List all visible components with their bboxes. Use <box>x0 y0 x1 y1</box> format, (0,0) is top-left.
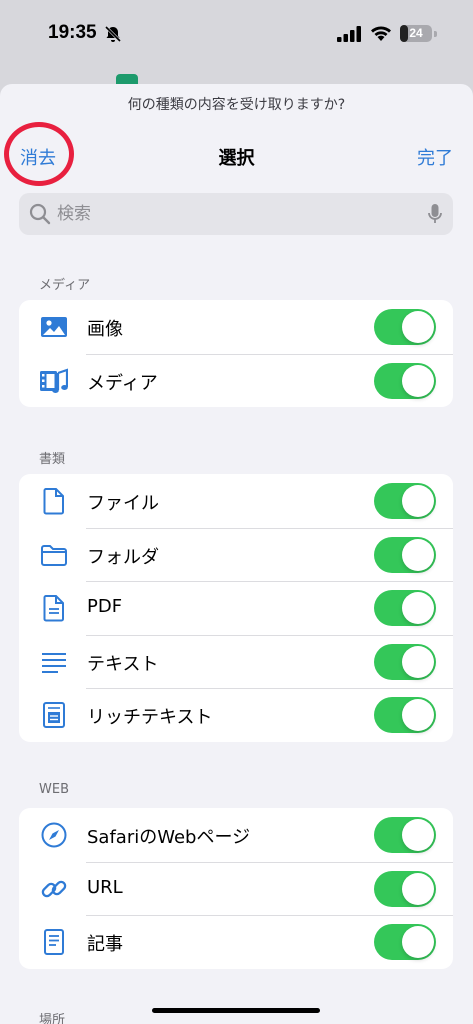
row-label: フォルダ <box>87 546 159 568</box>
list-item-folder[interactable]: フォルダ <box>19 527 453 582</box>
bell-slash-icon <box>104 25 122 43</box>
media-group: 画像 メディア <box>19 300 453 407</box>
list-item-media[interactable]: メディア <box>19 353 453 408</box>
toggle-switch[interactable] <box>374 697 436 733</box>
media-icon <box>40 368 68 393</box>
section-header-location: 場所 <box>39 1013 66 1024</box>
toggle-knob <box>402 485 434 517</box>
sheet-prompt: 何の種類の内容を受け取りますか? <box>127 97 346 113</box>
row-label: 画像 <box>87 319 123 340</box>
folder-icon <box>41 544 67 566</box>
toggle-switch[interactable] <box>374 924 436 960</box>
article-icon <box>44 929 64 955</box>
row-label: メディア <box>87 372 158 394</box>
status-bar: 19:35 24 <box>0 0 473 72</box>
toggle-knob <box>402 364 434 397</box>
toggle-knob <box>402 311 434 343</box>
toggle-knob <box>402 819 434 851</box>
list-item-pdf[interactable]: PDF <box>19 581 453 635</box>
toggle-knob <box>402 699 434 731</box>
section-header-web: WEB <box>39 782 69 797</box>
battery-tip <box>434 31 437 37</box>
row-label: URL <box>87 876 123 898</box>
photo-icon <box>41 317 67 337</box>
toggle-knob <box>402 926 434 958</box>
toggle-knob <box>402 538 434 571</box>
list-item-url[interactable]: URL <box>19 861 453 916</box>
battery-icon: 24 <box>400 25 432 42</box>
toggle-switch[interactable] <box>374 870 436 907</box>
battery-percent: 24 <box>409 26 423 40</box>
toggle-knob <box>402 872 434 905</box>
list-item-image[interactable]: 画像 <box>19 300 453 354</box>
search-input[interactable] <box>57 193 397 235</box>
toggle-switch[interactable] <box>374 817 436 853</box>
file-icon <box>43 488 64 515</box>
list-item-file[interactable]: ファイル <box>19 474 453 528</box>
red-circle-annotation <box>4 122 74 186</box>
list-item-article[interactable]: 記事 <box>19 915 453 969</box>
toggle-switch[interactable] <box>374 362 436 399</box>
search-bar[interactable] <box>19 193 453 235</box>
toggle-knob <box>402 645 434 678</box>
row-label: テキスト <box>87 653 159 675</box>
status-time: 19:35 <box>48 22 97 43</box>
toggle-switch[interactable] <box>374 483 436 519</box>
rich-text-icon <box>43 702 65 728</box>
safari-icon <box>41 822 67 848</box>
pdf-icon <box>43 595 64 622</box>
row-label: 記事 <box>87 934 123 955</box>
section-header-media: メディア <box>39 278 91 293</box>
toggle-knob <box>402 592 434 624</box>
list-item-rich-text[interactable]: リッチテキスト <box>19 688 453 742</box>
row-label: PDF <box>87 596 123 617</box>
signal-icon <box>337 26 361 42</box>
wifi-icon <box>371 26 391 41</box>
section-header-documents: 書類 <box>39 452 66 467</box>
text-icon <box>42 652 66 673</box>
documents-group: ファイル フォルダ PDF テキスト リッチテキスト <box>19 474 453 742</box>
toggle-switch[interactable] <box>374 536 436 573</box>
link-icon <box>41 880 67 897</box>
done-button[interactable]: 完了 <box>417 144 453 170</box>
web-group: SafariのWebページ URL 記事 <box>19 808 453 969</box>
content-type-sheet: 何の種類の内容を受け取りますか? 消去 選択 完了 メディア 画像 <box>0 84 473 1024</box>
search-icon <box>29 203 51 225</box>
list-item-text[interactable]: テキスト <box>19 634 453 689</box>
row-label: SafariのWebページ <box>87 827 251 848</box>
row-label: リッチテキスト <box>87 707 213 728</box>
list-item-safari-webpage[interactable]: SafariのWebページ <box>19 808 453 862</box>
microphone-icon[interactable] <box>427 203 443 225</box>
toggle-switch[interactable] <box>374 643 436 680</box>
home-indicator[interactable] <box>152 1008 320 1013</box>
toggle-switch[interactable] <box>374 309 436 345</box>
row-label: ファイル <box>87 493 159 514</box>
toggle-switch[interactable] <box>374 590 436 626</box>
